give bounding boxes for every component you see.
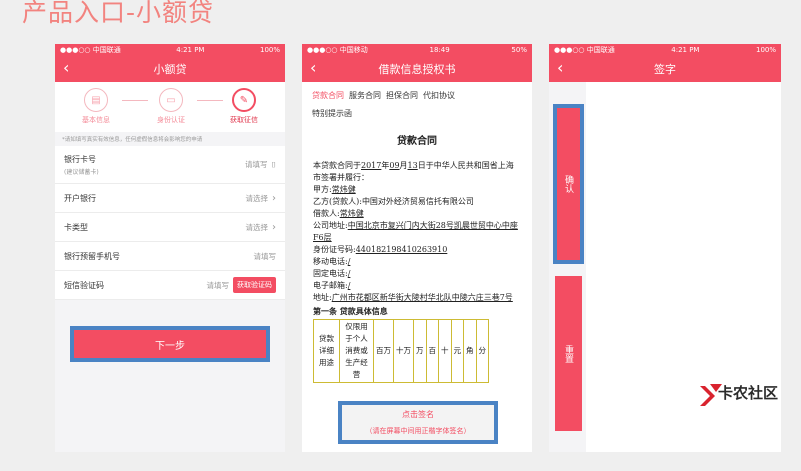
nav-title: 借款信息授权书: [378, 63, 456, 76]
contract-title: 贷款合同: [397, 136, 437, 147]
bank-select[interactable]: 请选择: [246, 193, 269, 204]
tab-loan-contract[interactable]: 贷款合同: [312, 91, 344, 100]
next-button[interactable]: 下一步: [74, 330, 266, 358]
document-icon: ▤: [84, 88, 108, 112]
nav-title: 签字: [654, 63, 676, 76]
reset-button[interactable]: 重置: [555, 276, 582, 431]
nav-bar: ‹ 签字: [549, 56, 781, 82]
loan-table: 贷款详细用途 仅限用于个人消费或生产经营 百万 十万 万 百 十 元 角 分: [313, 319, 489, 383]
tab-debit-agreement[interactable]: 代扣协议: [423, 91, 455, 100]
battery: 100%: [755, 46, 776, 54]
party-a: 甲方:常炜健: [313, 185, 356, 194]
tab-special-notice[interactable]: 特别提示函: [312, 109, 352, 118]
id-card-icon: ▭: [159, 88, 183, 112]
phone-screen-contract: ●●●○○ 中国移动 18:49 50% ‹ 借款信息授权书 贷款合同 服务合同担…: [302, 44, 532, 452]
tab-service-contract[interactable]: 服务合同: [349, 91, 381, 100]
contract-tabs: 贷款合同 服务合同 担保合同 代扣协议 特别提示函: [302, 82, 532, 123]
step-credit[interactable]: ✎ 获取征信: [222, 88, 266, 125]
sign-area: 点击签名 （请在屏幕中间用正楷字体签名）: [302, 398, 532, 452]
bank-form: 银行卡号 (建议储蓄卡) 请填写 ⌷ 开户银行 请选择 › 卡类型 请选择 › 银行…: [55, 146, 285, 300]
phone-screen-loan-form: ●●●○○ 中国联通 4:21 PM 100% ‹ 小额贷 ▤ 基本信息 ▭ 身…: [55, 44, 285, 452]
watermark: 卡农社区: [696, 380, 796, 450]
step-connector: [197, 100, 223, 101]
tab-guarantee-contract[interactable]: 担保合同: [386, 91, 418, 100]
chevron-right-icon: ›: [272, 221, 276, 233]
nav-bar: ‹ 小额贷: [55, 56, 285, 82]
id-number: 身份证号码:440182198410263910: [313, 245, 448, 254]
phone-row[interactable]: 银行预留手机号 请填写: [55, 242, 285, 271]
get-code-button[interactable]: 获取验证码: [233, 277, 276, 293]
step-connector: [122, 100, 148, 101]
tap-to-sign-button[interactable]: 点击签名 （请在屏幕中间用正楷字体签名）: [338, 401, 498, 444]
back-icon[interactable]: ‹: [310, 60, 316, 76]
confirm-button-highlight: 确认: [553, 104, 584, 264]
nav-title: 小额贷: [153, 63, 187, 76]
bank-select-row[interactable]: 开户银行 请选择 ›: [55, 184, 285, 213]
sms-code-input[interactable]: 请填写: [207, 280, 230, 291]
back-icon[interactable]: ‹: [63, 60, 69, 76]
progress-steps: ▤ 基本信息 ▭ 身份认证 ✎ 获取征信: [55, 82, 285, 132]
party-b: 乙方(贷款人):中国对外经济贸易信托有限公司: [313, 197, 474, 206]
contract-intro: 本贷款合同于2017年09月13日于中华人民共和国省上海市签署并履行：: [313, 161, 514, 182]
page-title: 产品入口-小额贷: [22, 0, 215, 27]
landline: 固定电话:/: [313, 269, 351, 278]
confirm-button[interactable]: 确认: [557, 108, 580, 260]
sms-code-row[interactable]: 短信验证码 请填写 获取验证码: [55, 271, 285, 300]
time: 4:21 PM: [671, 46, 700, 54]
carrier: ●●●○○ 中国联通: [554, 46, 615, 54]
chevron-right-icon: ›: [272, 192, 276, 204]
card-number-input[interactable]: 请填写: [245, 159, 268, 170]
scan-icon[interactable]: ⌷: [272, 160, 277, 170]
battery: 50%: [511, 46, 527, 54]
card-number-row[interactable]: 银行卡号 (建议储蓄卡) 请填写 ⌷: [55, 146, 285, 184]
section-heading: 第一条 贷款具体信息: [313, 306, 388, 316]
next-button-highlight: 下一步: [70, 326, 270, 362]
notice-text: *请如填写真实有效信息，任何虚假信息将会影响您的申请: [62, 137, 203, 143]
carrier: ●●●○○ 中国移动: [307, 46, 368, 54]
borrower: 借款人:常炜健: [313, 209, 364, 218]
status-bar: ●●●○○ 中国联通 4:21 PM 100%: [549, 44, 781, 56]
mobile: 移动电话:/: [313, 257, 351, 266]
carrier: ●●●○○ 中国联通: [60, 46, 121, 54]
time: 4:21 PM: [176, 46, 205, 54]
card-type-row[interactable]: 卡类型 请选择 ›: [55, 213, 285, 242]
email: 电子邮箱:/: [313, 281, 351, 290]
back-icon[interactable]: ‹: [557, 60, 563, 76]
credit-report-icon: ✎: [232, 88, 256, 112]
address: 地址:广州市花都区新华街大陵村华北队中陵六庄三巷7号: [313, 293, 513, 302]
company-address: 公司地址:中国北京市复兴门内大街28号凯晨世贸中心中座F6层: [313, 221, 518, 242]
nav-bar: ‹ 借款信息授权书: [302, 56, 532, 82]
time: 18:49: [429, 46, 450, 54]
contract-body: 贷款合同 本贷款合同于2017年09月13日于中华人民共和国省上海市签署并履行：…: [302, 136, 532, 383]
status-bar: ●●●○○ 中国移动 18:49 50%: [302, 44, 532, 56]
step-basic-info[interactable]: ▤ 基本信息: [74, 88, 118, 125]
step-identity[interactable]: ▭ 身份认证: [149, 88, 193, 125]
card-type-select[interactable]: 请选择: [246, 222, 269, 233]
battery: 100%: [259, 46, 280, 54]
phone-input[interactable]: 请填写: [254, 251, 277, 262]
status-bar: ●●●○○ 中国联通 4:21 PM 100%: [55, 44, 285, 56]
